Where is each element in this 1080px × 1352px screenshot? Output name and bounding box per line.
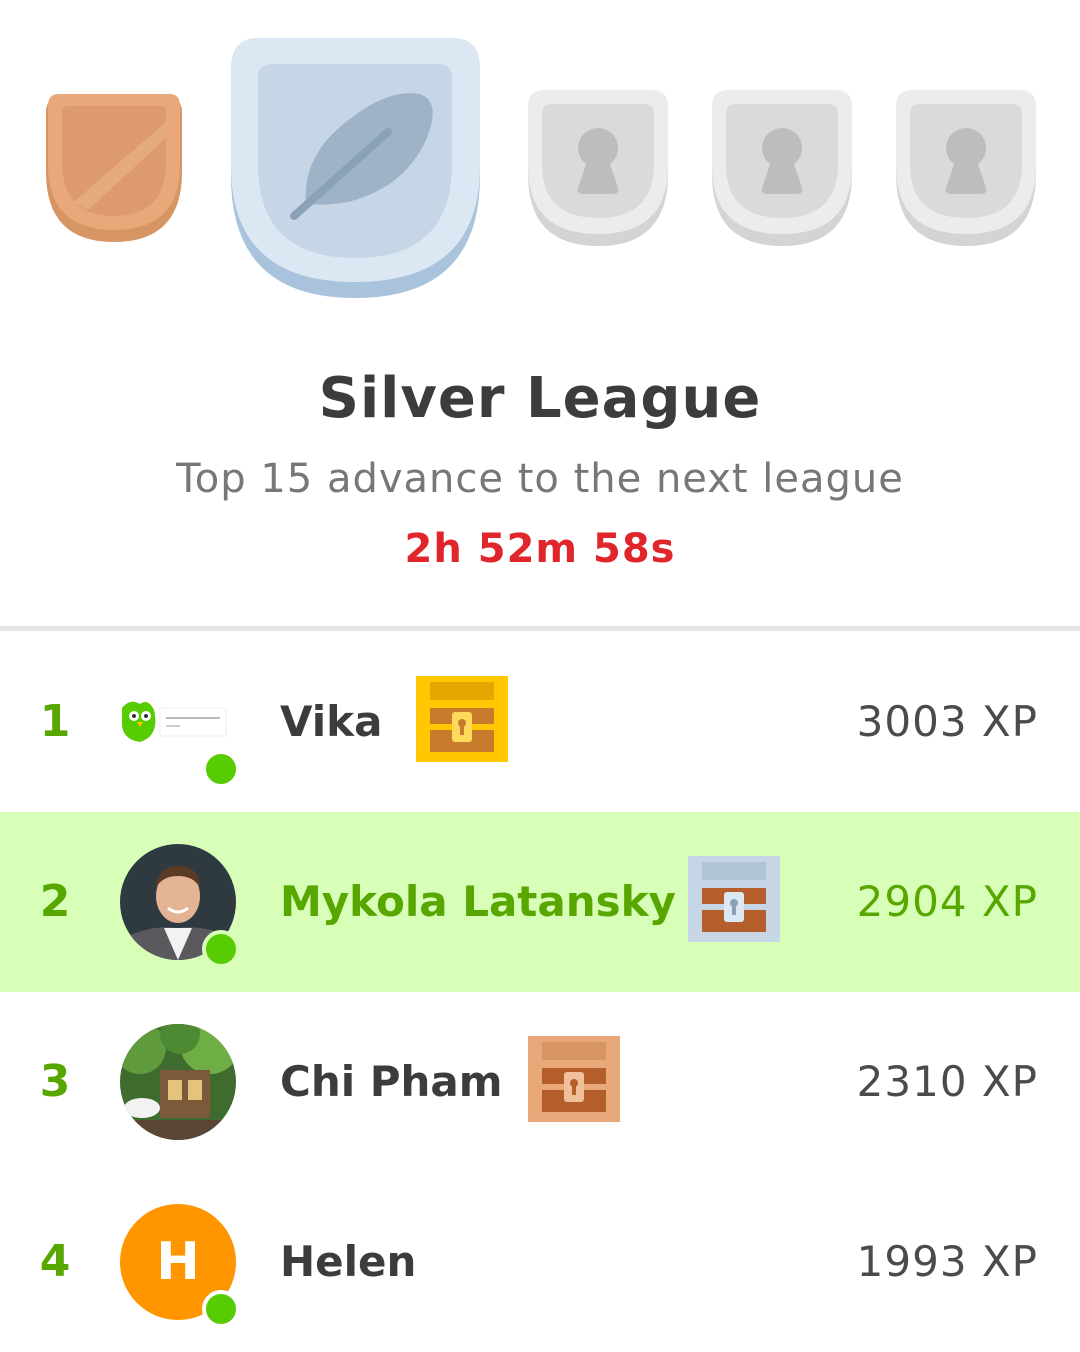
league-title: Silver League [318, 366, 762, 431]
user-name: Vika [280, 697, 383, 746]
online-indicator [202, 750, 240, 788]
avatar[interactable]: H [120, 1204, 240, 1328]
silver-league-badge[interactable] [228, 36, 483, 301]
user-name: Chi Pham [280, 1057, 503, 1106]
rank-number: 3 [39, 1056, 71, 1107]
locked-league-badge [526, 88, 670, 248]
leaderboard-row-current-user[interactable]: 2 Mykola Latansky 2904 XP [0, 812, 1080, 992]
xp-value: 1993 XP [856, 1237, 1038, 1286]
leaderboard-row[interactable]: 1 Vika 3003 XP [0, 632, 1080, 812]
online-indicator [202, 1290, 240, 1328]
locked-league-badge [894, 88, 1038, 248]
keyhole-icon [761, 128, 803, 194]
rank-number: 4 [39, 1236, 71, 1287]
xp-value: 2310 XP [856, 1057, 1038, 1106]
divider [0, 626, 1080, 631]
leaderboard-row[interactable]: 4 H Helen 1993 XP [0, 1172, 1080, 1352]
user-name: Mykola Latansky [280, 877, 676, 926]
league-subtitle: Top 15 advance to the next league [176, 456, 904, 502]
rank-number: 2 [39, 876, 71, 927]
locked-league-badge [710, 88, 854, 248]
bronze-chest-icon [528, 1036, 620, 1122]
keyhole-icon [577, 128, 619, 194]
silver-chest-icon [688, 856, 780, 942]
rank-number: 1 [39, 696, 71, 747]
xp-value: 3003 XP [856, 697, 1038, 746]
keyhole-icon [945, 128, 987, 194]
avatar[interactable] [120, 844, 240, 968]
gold-chest-icon [416, 676, 508, 762]
xp-value: 2904 XP [856, 877, 1038, 926]
user-name: Helen [280, 1237, 417, 1286]
online-indicator [202, 930, 240, 968]
league-timer: 2h 52m 58s [404, 526, 676, 572]
leaderboard-row[interactable]: 3 Chi Pham 2310 XP [0, 992, 1080, 1172]
bronze-league-badge[interactable] [44, 92, 184, 245]
league-badges [0, 0, 1080, 320]
avatar[interactable] [120, 1024, 236, 1140]
avatar[interactable] [120, 664, 240, 788]
